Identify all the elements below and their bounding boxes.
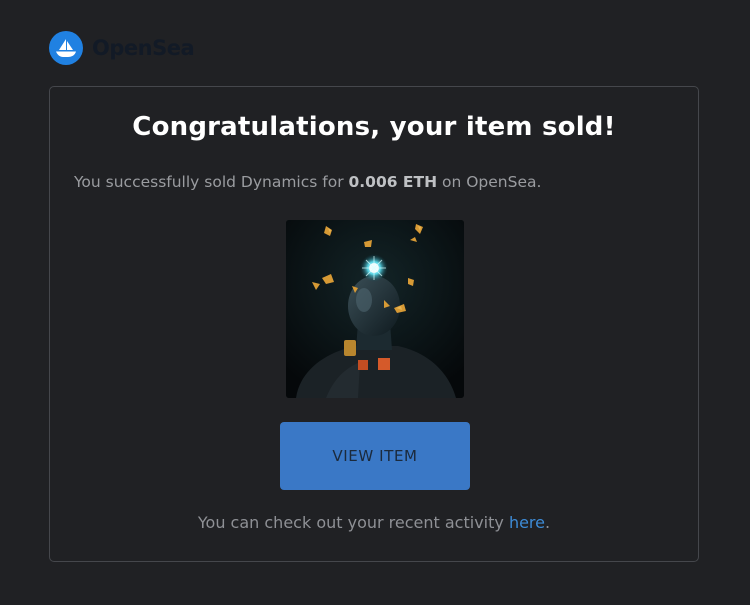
brand-header[interactable]: OpenSea — [49, 31, 195, 65]
email-page: OpenSea Congratulations, your item sold!… — [0, 0, 750, 605]
nft-artwork — [286, 220, 464, 398]
sale-message: You successfully sold Dynamics for 0.006… — [74, 173, 674, 191]
notice-title: Congratulations, your item sold! — [132, 112, 616, 142]
view-item-button[interactable]: VIEW ITEM — [280, 422, 470, 490]
nft-image[interactable] — [286, 220, 464, 398]
sale-price: 0.006 ETH — [348, 173, 438, 191]
activity-here-link[interactable]: here — [509, 513, 545, 532]
activity-footer-prefix: You can check out your recent activity — [197, 513, 509, 532]
sale-notice-card: Congratulations, your item sold! You suc… — [49, 86, 699, 562]
brand-name: OpenSea — [92, 36, 195, 60]
sale-message-suffix: on OpenSea. — [437, 173, 542, 191]
sailboat-icon — [49, 31, 83, 65]
sale-message-prefix: You successfully sold Dynamics for — [74, 173, 349, 191]
activity-footer-suffix: . — [545, 513, 551, 532]
activity-footer: You can check out your recent activity h… — [50, 513, 698, 532]
